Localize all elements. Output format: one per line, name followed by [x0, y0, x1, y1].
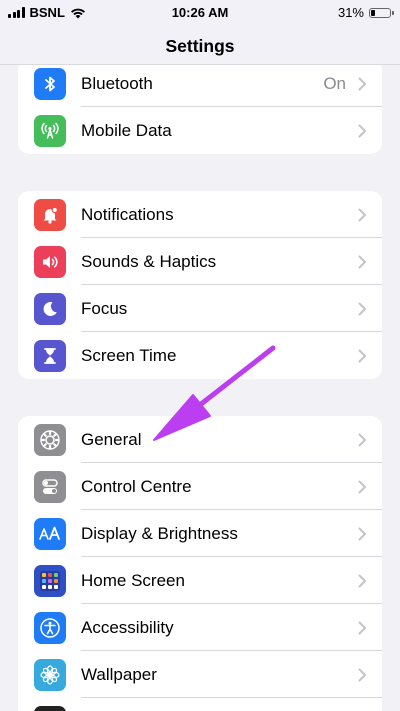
bluetooth-icon — [34, 67, 66, 100]
siri-icon — [34, 705, 66, 711]
settings-row-mobile-data[interactable]: Mobile Data — [18, 107, 382, 154]
settings-row-label: Wallpaper — [81, 665, 157, 684]
settings-row-label: Screen Time — [81, 346, 177, 365]
settings-row-label: Display & Brightness — [81, 524, 238, 543]
chevron-right-icon — [358, 302, 366, 316]
bell-icon — [34, 198, 66, 231]
chevron-right-icon — [358, 124, 366, 138]
settings-group-notifications: Notifications Sounds & Haptics Focus Scr… — [18, 191, 382, 379]
toggles-icon — [34, 470, 66, 503]
flower-icon — [34, 658, 66, 691]
settings-row-label: Home Screen — [81, 571, 185, 590]
chevron-right-icon — [358, 621, 366, 635]
settings-row-value: On — [323, 74, 346, 93]
accessibility-icon — [34, 611, 66, 644]
battery-group: 31% — [337, 5, 394, 20]
gear-icon — [34, 423, 66, 456]
chevron-right-icon — [358, 349, 366, 363]
settings-row-control-centre[interactable]: Control Centre — [18, 463, 382, 510]
chevron-right-icon — [358, 255, 366, 269]
settings-row-general[interactable]: General — [18, 416, 382, 463]
settings-row-wallpaper[interactable]: Wallpaper — [18, 651, 382, 698]
settings-group-connectivity: Bluetooth On Mobile Data — [18, 60, 382, 154]
settings-row-accessibility[interactable]: Accessibility — [18, 604, 382, 651]
speaker-icon — [34, 245, 66, 278]
chevron-right-icon — [358, 527, 366, 541]
settings-row-display-brightness[interactable]: Display & Brightness — [18, 510, 382, 557]
settings-row-label: Notifications — [81, 205, 174, 224]
chevron-right-icon — [358, 574, 366, 588]
hourglass-icon — [34, 339, 66, 372]
settings-row-home-screen[interactable]: Home Screen — [18, 557, 382, 604]
nav-divider — [0, 64, 400, 65]
settings-row-focus[interactable]: Focus — [18, 285, 382, 332]
app-grid-icon — [34, 564, 66, 597]
battery-percentage: 31% — [337, 5, 364, 20]
settings-row-label: General — [81, 430, 142, 449]
page-title: Settings — [165, 36, 235, 56]
settings-row-label: Focus — [81, 299, 128, 318]
chevron-right-icon — [358, 433, 366, 447]
antenna-icon — [34, 114, 66, 147]
moon-icon — [34, 292, 66, 325]
status-bar-overlay: BSNL 10:26 AM 31% — [0, 0, 400, 26]
settings-row-notifications[interactable]: Notifications — [18, 191, 382, 238]
chevron-right-icon — [358, 480, 366, 494]
chevron-right-icon — [358, 77, 366, 91]
settings-row-screen-time[interactable]: Screen Time — [18, 332, 382, 379]
settings-row-bluetooth[interactable]: Bluetooth On — [18, 60, 382, 107]
chevron-right-icon — [358, 668, 366, 682]
settings-group-general: General Control Centre Display & Brightn… — [18, 416, 382, 711]
settings-row-label: Mobile Data — [81, 121, 172, 140]
battery-level — [371, 9, 376, 16]
settings-row-label: Control Centre — [81, 477, 192, 496]
chevron-right-icon — [358, 208, 366, 222]
settings-row-label: Bluetooth — [81, 74, 153, 93]
battery-icon — [369, 7, 394, 18]
settings-row-sounds-haptics[interactable]: Sounds & Haptics — [18, 238, 382, 285]
settings-row-label: Accessibility — [81, 618, 174, 637]
settings-row-next-partial[interactable] — [18, 698, 382, 711]
settings-row-label: Sounds & Haptics — [81, 252, 217, 271]
text-size-icon — [34, 517, 66, 550]
